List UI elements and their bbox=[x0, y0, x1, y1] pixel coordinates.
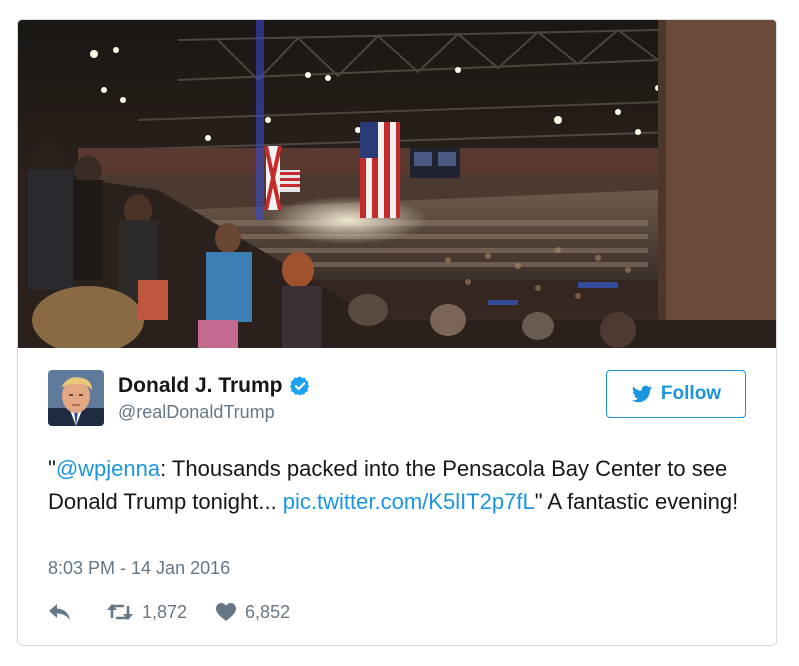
tweet-photo[interactable] bbox=[18, 20, 776, 348]
mention-link[interactable]: @wpjenna bbox=[56, 456, 160, 481]
tweet-timestamp[interactable]: 8:03 PM - 14 Jan 2016 bbox=[48, 558, 230, 579]
retweet-count: 1,872 bbox=[142, 601, 188, 622]
tweet-tail: " A fantastic evening! bbox=[534, 489, 739, 514]
tweet-actions: 1,872 6,852 bbox=[48, 598, 318, 626]
author-name[interactable]: Donald J. Trump bbox=[118, 374, 283, 398]
follow-label: Follow bbox=[660, 383, 722, 404]
like-count: 6,852 bbox=[245, 601, 291, 622]
open-quote: " bbox=[48, 456, 56, 481]
retweet-button[interactable]: 1,872 bbox=[106, 602, 187, 623]
tweet-card: Donald J. Trump @realDonaldTrump Follow … bbox=[17, 19, 777, 646]
heart-icon bbox=[216, 603, 237, 621]
like-button[interactable]: 6,852 bbox=[215, 602, 290, 623]
bird-icon bbox=[631, 385, 653, 403]
retweet-icon bbox=[107, 604, 133, 620]
follow-button[interactable]: Follow bbox=[606, 370, 746, 418]
author-handle[interactable]: @realDonaldTrump bbox=[118, 402, 275, 423]
verified-badge-icon bbox=[289, 376, 309, 396]
media-link[interactable]: pic.twitter.com/K5lIT2p7fL bbox=[283, 489, 535, 514]
author-avatar[interactable] bbox=[48, 370, 104, 426]
reply-icon bbox=[49, 604, 70, 620]
tweet-text: "@wpjenna: Thousands packed into the Pen… bbox=[48, 452, 748, 518]
author-name-row: Donald J. Trump bbox=[118, 374, 311, 398]
reply-button[interactable] bbox=[48, 602, 72, 622]
